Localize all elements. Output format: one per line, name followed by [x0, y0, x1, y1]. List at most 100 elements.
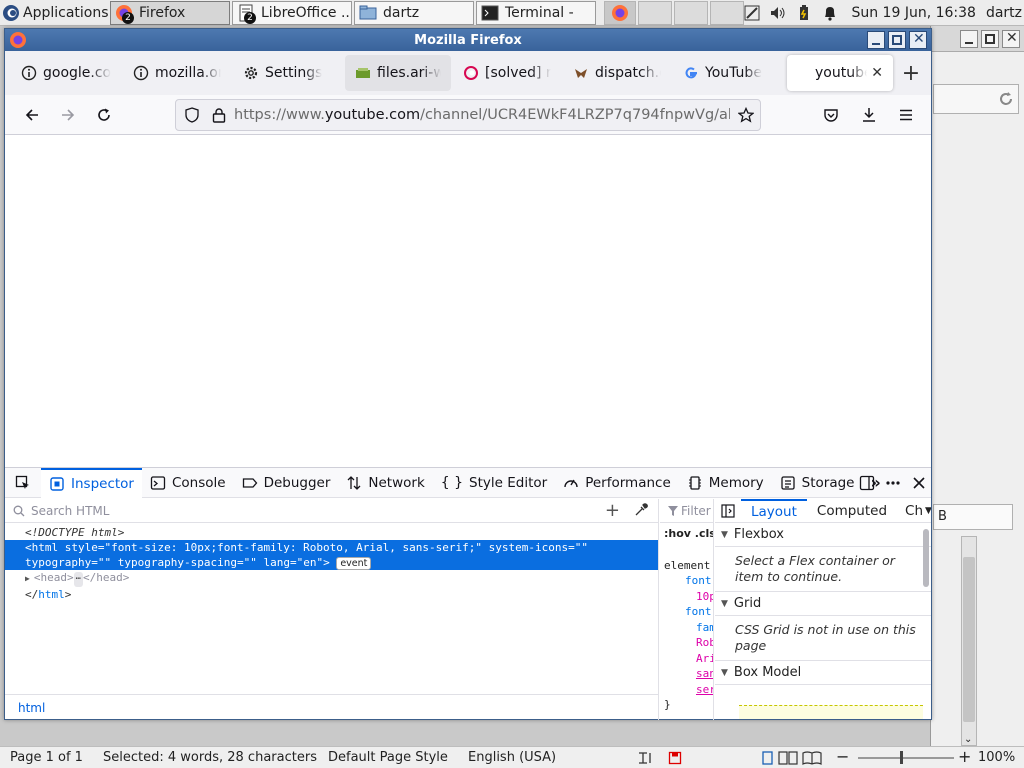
insert-mode-icon[interactable]	[637, 751, 655, 765]
shield-icon[interactable]	[184, 107, 200, 123]
search-html-input[interactable]: Search HTML	[31, 504, 109, 518]
lock-icon[interactable]	[212, 107, 226, 123]
volume-icon[interactable]	[769, 4, 787, 22]
page-style[interactable]: Default Page Style	[328, 750, 448, 765]
zoom-out-button[interactable]: −	[836, 747, 849, 766]
page-content[interactable]	[5, 135, 931, 467]
taskbar-dartz-folder[interactable]: dartz	[354, 0, 474, 25]
rule-value[interactable]: Ari	[660, 651, 713, 667]
rule-value[interactable]: 10px	[660, 589, 713, 605]
tab-dispatch[interactable]: dispatch.c	[563, 55, 671, 91]
book-view-icon[interactable]	[802, 751, 822, 765]
element-picker-button[interactable]	[5, 468, 41, 498]
devtools-tab-performance[interactable]: Performance	[555, 468, 679, 498]
devtools-tab-debugger[interactable]: Debugger	[234, 468, 339, 498]
clock[interactable]: Sun 19 Jun, 16:38	[851, 5, 975, 21]
libreoffice-scrollbar[interactable]: ⌄	[961, 536, 977, 746]
user-name[interactable]: dartz	[986, 5, 1022, 21]
sidebar-scrollbar[interactable]	[923, 529, 929, 587]
new-tab-button[interactable]: +	[899, 61, 923, 86]
word-count[interactable]: Selected: 4 words, 28 characters	[103, 750, 317, 765]
maximize-button[interactable]	[888, 31, 906, 49]
tab-mozilla[interactable]: mozilla.org	[123, 55, 231, 91]
scrollbar-thumb[interactable]	[963, 557, 975, 722]
rule-value[interactable]: san	[660, 666, 713, 682]
taskbar-libreoffice[interactable]: 2 LibreOffice ...	[232, 0, 352, 25]
box-model-section-header[interactable]: ▼ Box Model	[715, 661, 931, 685]
single-page-view-icon[interactable]	[762, 751, 774, 765]
zoom-slider-knob[interactable]	[900, 751, 903, 764]
rule-property[interactable]: fam	[660, 620, 713, 636]
hov-cls-toggles[interactable]: :hov .cls	[660, 526, 713, 542]
minimize-button[interactable]	[960, 29, 978, 48]
grid-section-header[interactable]: ▼ Grid	[715, 592, 931, 616]
workspace-2[interactable]	[638, 0, 672, 25]
workspace-3[interactable]	[674, 0, 708, 25]
back-button[interactable]	[16, 99, 48, 131]
minimize-button[interactable]	[867, 31, 885, 49]
devtools-tab-inspector[interactable]: Inspector	[41, 467, 142, 498]
devtools-tab-console[interactable]: Console	[142, 468, 234, 498]
tab-files-ari-web[interactable]: files.ari-web	[345, 55, 451, 91]
rule-property[interactable]: font-	[660, 573, 713, 589]
flexbox-section-header[interactable]: ▼ Flexbox	[715, 523, 931, 547]
taskbar-firefox[interactable]: 2 Firefox	[110, 0, 230, 25]
pocket-button[interactable]	[815, 99, 847, 131]
zoom-slider[interactable]	[858, 757, 954, 759]
libreoffice-toolbar-field[interactable]	[933, 84, 1019, 114]
network-icon[interactable]	[743, 4, 761, 22]
html-close-node[interactable]: </html>	[5, 587, 658, 602]
more-options-icon[interactable]	[885, 475, 901, 491]
zoom-in-button[interactable]: +	[958, 747, 971, 766]
close-button[interactable]: ✕	[1002, 29, 1020, 48]
tab-youtube-google[interactable]: YouTube	[673, 55, 777, 91]
forward-button[interactable]	[52, 99, 84, 131]
tab-solved[interactable]: [solved] r	[453, 55, 561, 91]
dock-toggle-icon[interactable]	[859, 475, 875, 491]
downloads-button[interactable]	[853, 99, 885, 131]
html-search-bar[interactable]: Search HTML +	[5, 499, 658, 523]
url-text[interactable]: https://www.youtube.com/channel/UCR4EWkF…	[234, 107, 730, 123]
scroll-down-icon[interactable]: ⌄	[964, 734, 972, 745]
text-language[interactable]: English (USA)	[468, 750, 556, 765]
url-bar[interactable]: https://www.youtube.com/channel/UCR4EWkF…	[175, 99, 761, 131]
bookmark-star-icon[interactable]	[738, 107, 754, 123]
taskbar-terminal[interactable]: Terminal -	[476, 0, 596, 25]
tab-close-icon[interactable]: ✕	[871, 65, 883, 81]
close-button[interactable]: ✕	[909, 31, 927, 49]
event-badge[interactable]: event	[336, 557, 372, 570]
app-menu-button[interactable]	[890, 99, 922, 131]
html-node-selected[interactable]: <html style="font-size: 10px;font-family…	[5, 540, 658, 570]
rule-value[interactable]: ser	[660, 682, 713, 698]
devtools-tab-memory[interactable]: Memory	[679, 468, 772, 498]
applications-menu[interactable]: Applications ☰	[0, 1, 108, 25]
rule-property[interactable]: font-	[660, 604, 713, 620]
notification-bell-icon[interactable]	[821, 4, 839, 22]
close-devtools-icon[interactable]	[911, 475, 927, 491]
tab-google[interactable]: google.com	[11, 55, 121, 91]
collapsed-ellipsis[interactable]: ⋯	[73, 572, 83, 587]
sidebar-toggle-button[interactable]	[715, 499, 741, 523]
expand-triangle-icon[interactable]: ▶	[25, 574, 30, 583]
sidebar-tab-computed[interactable]: Computed	[807, 499, 897, 523]
doctype-node[interactable]: <!DOCTYPE html>	[5, 525, 658, 540]
document-modified-icon[interactable]	[668, 751, 682, 765]
head-node[interactable]: ▶ <head> ⋯ </head>	[5, 570, 658, 587]
maximize-button[interactable]	[981, 29, 999, 48]
devtools-tab-style-editor[interactable]: { } Style Editor	[433, 468, 555, 498]
power-manager-icon[interactable]	[795, 4, 813, 22]
add-node-icon[interactable]: +	[605, 500, 620, 521]
rule-selector[interactable]: element {	[660, 558, 713, 574]
rules-filter-input[interactable]: Filter	[660, 499, 713, 523]
libreoffice-name-field[interactable]: B	[933, 504, 1013, 530]
zoom-level[interactable]: 100%	[978, 750, 1015, 765]
box-model-diagram[interactable]	[739, 705, 923, 719]
page-count[interactable]: Page 1 of 1	[10, 750, 83, 765]
breadcrumb[interactable]: html	[5, 694, 659, 720]
sidebar-tab-layout[interactable]: Layout	[741, 499, 807, 523]
tab-settings[interactable]: Settings	[233, 55, 343, 91]
rule-value[interactable]: Robo	[660, 635, 713, 651]
sidebar-tab-changes[interactable]: Ch ▼	[897, 499, 931, 523]
multi-page-view-icon[interactable]	[778, 751, 798, 765]
eyedropper-icon[interactable]	[634, 503, 648, 517]
